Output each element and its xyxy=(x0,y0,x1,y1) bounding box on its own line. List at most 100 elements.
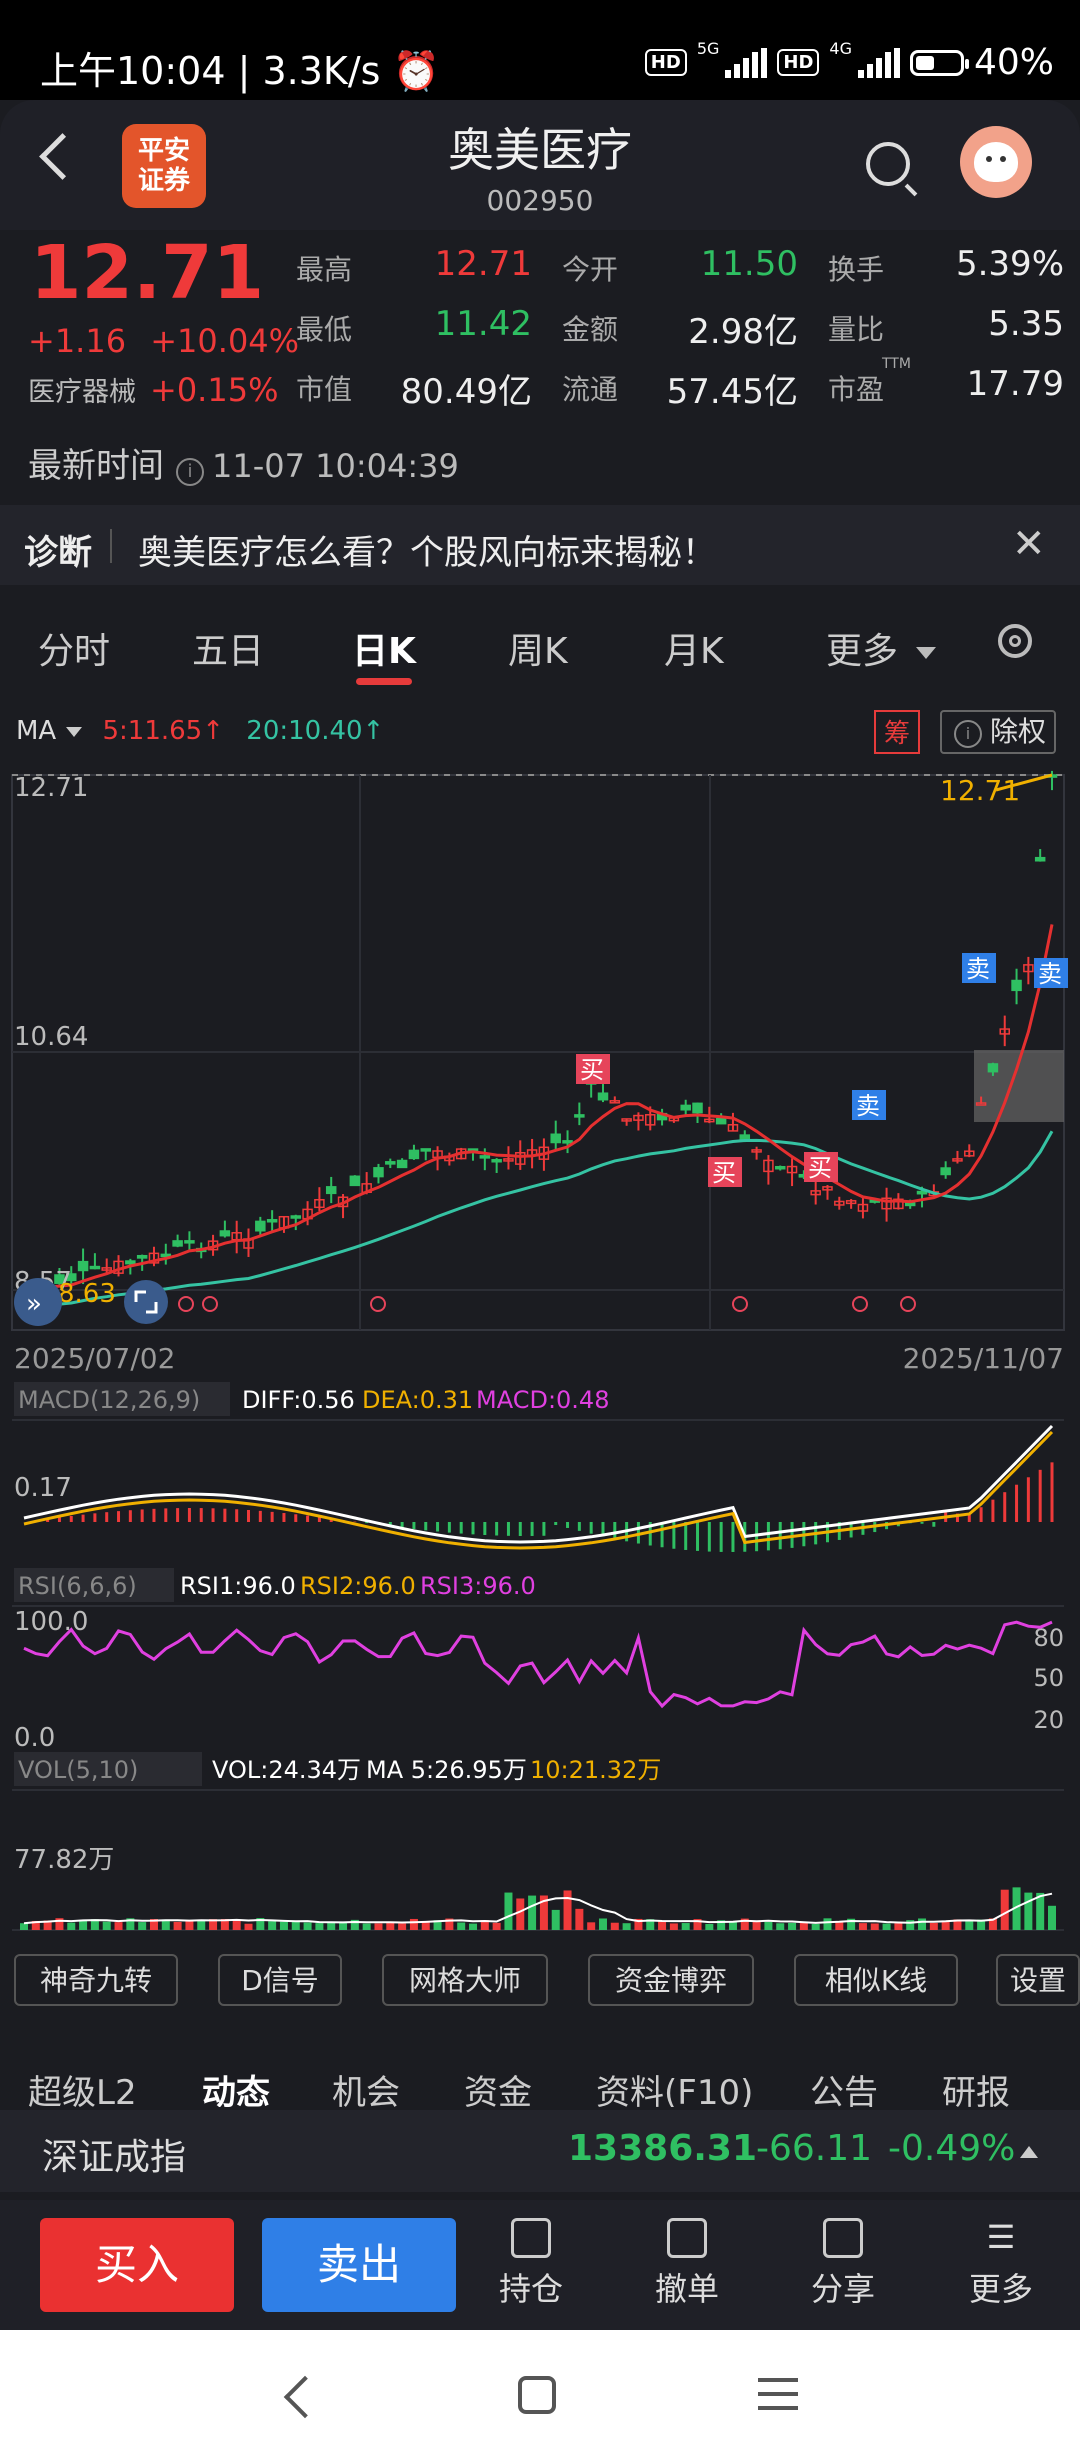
candle-body xyxy=(550,1133,561,1144)
close-icon[interactable]: ✕ xyxy=(1012,521,1046,567)
volume-bar xyxy=(575,1908,584,1930)
field-value: 80.49亿 xyxy=(400,372,532,412)
buy-marker[interactable]: 买 xyxy=(804,1152,838,1182)
tab-five-day[interactable]: 五日 xyxy=(192,622,264,674)
macd-name[interactable]: MACD(12,26,9) xyxy=(18,1386,200,1414)
tool-button[interactable]: D信号 xyxy=(218,1954,342,2006)
tool-button[interactable]: 资金博弈 xyxy=(588,1954,754,2006)
tab-f10[interactable]: 资料(F10) xyxy=(596,2065,753,2107)
ma-legend: MA 5:11.65↑ 20:10.40↑ xyxy=(16,716,385,746)
sell-marker[interactable]: 卖 xyxy=(1034,958,1068,988)
volume-bar xyxy=(279,1921,288,1930)
tab-intraday[interactable]: 分时 xyxy=(38,622,110,674)
macd-bar xyxy=(613,1522,617,1539)
tab-announcement[interactable]: 公告 xyxy=(810,2065,878,2107)
nav-menu-icon[interactable] xyxy=(758,2378,798,2382)
volume-bar xyxy=(598,1918,607,1930)
tab-monthly-k[interactable]: 月K xyxy=(664,622,724,674)
vol-name[interactable]: VOL(5,10) xyxy=(18,1756,138,1784)
macd-bar xyxy=(199,1508,203,1522)
buy-marker[interactable]: 买 xyxy=(576,1054,610,1084)
y-axis-top: 12.71 xyxy=(14,773,88,803)
rsi-name[interactable]: RSI(6,6,6) xyxy=(18,1572,137,1600)
nav-back-icon[interactable] xyxy=(283,2375,327,2419)
holdings-button[interactable]: 持仓 xyxy=(476,2218,586,2310)
volume-bar xyxy=(102,1921,111,1930)
tab-super-l2[interactable]: 超级L2 xyxy=(28,2065,137,2107)
candle-body xyxy=(184,1240,195,1244)
tab-daily-k[interactable]: 日K xyxy=(352,622,416,674)
svg-text:»: » xyxy=(26,1289,42,1319)
expand-left-icon[interactable]: » xyxy=(14,1278,62,1326)
volume-bar xyxy=(516,1898,525,1930)
tool-button[interactable]: 网格大师 xyxy=(382,1954,548,2006)
volume-bar xyxy=(811,1923,820,1930)
tool-button[interactable]: 设置 xyxy=(996,1954,1080,2006)
info-icon[interactable]: i xyxy=(176,458,204,486)
candles xyxy=(18,770,1058,1300)
macd-bar xyxy=(660,1522,664,1548)
candle-body xyxy=(77,1260,89,1272)
diagnosis-banner[interactable]: 诊断 奥美医疗怎么看？个股风向标来揭秘！ ✕ xyxy=(0,505,1080,585)
macd-bar xyxy=(766,1522,770,1551)
tab-news[interactable]: 动态 xyxy=(202,2065,270,2107)
sell-marker[interactable]: 卖 xyxy=(962,953,996,983)
tab-funds[interactable]: 资金 xyxy=(464,2065,532,2107)
svg-text:买: 买 xyxy=(808,1154,832,1182)
volume-bar xyxy=(1000,1889,1009,1930)
tool-button[interactable]: 相似K线 xyxy=(794,1954,958,2006)
tab-more[interactable]: 更多 xyxy=(826,622,937,674)
tab-research[interactable]: 研报 xyxy=(942,2065,1010,2107)
sell-marker[interactable]: 卖 xyxy=(852,1090,886,1120)
avatar[interactable] xyxy=(960,126,1032,198)
tab-weekly-k[interactable]: 周K xyxy=(508,622,568,674)
more-button[interactable]: ☰ 更多 xyxy=(946,2218,1056,2310)
nav-home-icon[interactable] xyxy=(518,2376,556,2414)
cancel-order-button[interactable]: 撤单 xyxy=(632,2218,742,2310)
volume-bar xyxy=(551,1909,560,1930)
volume-bar xyxy=(398,1923,407,1930)
tab-opportunity[interactable]: 机会 xyxy=(332,2065,400,2107)
search-icon[interactable] xyxy=(866,142,910,186)
share-button[interactable]: 分享 xyxy=(788,2218,898,2310)
volume-bar xyxy=(232,1919,241,1930)
sell-button[interactable]: 卖出 xyxy=(262,2218,456,2312)
battery-level: 40% xyxy=(973,42,1054,83)
buy-button[interactable]: 买入 xyxy=(40,2218,234,2312)
macd-bar xyxy=(412,1522,416,1530)
status-bar: 上午10:04 | 3.3K/s ⏰ HD 5G HD 4G 40% xyxy=(0,0,1080,100)
macd-bar xyxy=(128,1510,132,1522)
tool-button[interactable]: 神奇九转 xyxy=(14,1954,178,2006)
candle-body xyxy=(479,1155,491,1159)
sector-info[interactable]: 医疗器械 +0.15% xyxy=(28,370,278,409)
volume-bar xyxy=(776,1923,785,1930)
volume-bar xyxy=(622,1923,631,1930)
fullscreen-icon[interactable] xyxy=(124,1280,168,1324)
field-label: 量比 xyxy=(828,313,885,346)
index-ticker[interactable]: 深证成指 13386.31 -66.11 -0.49% xyxy=(0,2110,1080,2192)
signal-markers xyxy=(178,1296,916,1312)
y-axis-mid: 10.64 xyxy=(14,1022,88,1052)
macd-bar xyxy=(57,1517,61,1522)
rsi1: RSI1:96.0 xyxy=(180,1572,296,1600)
date-start: 2025/07/02 xyxy=(14,1342,175,1375)
macd-bar xyxy=(731,1522,735,1552)
buy-marker[interactable]: 买 xyxy=(708,1157,742,1187)
macd-bar xyxy=(1050,1462,1054,1522)
candle-body xyxy=(396,1159,408,1169)
macd-bar xyxy=(93,1513,97,1522)
volume-bar xyxy=(185,1920,194,1930)
gear-icon[interactable] xyxy=(998,624,1032,658)
candle-body xyxy=(349,1175,361,1187)
field-label: 金额 xyxy=(562,313,619,346)
macd-bar xyxy=(258,1510,262,1522)
ex-rights-button[interactable]: i 除权 xyxy=(940,710,1056,754)
volume-bar xyxy=(705,1923,714,1930)
macd-bar xyxy=(447,1522,451,1533)
kline-chart[interactable]: 12.71 10.64 8.57 12.71 8.63 买 买 买 卖 卖 卖 … xyxy=(0,760,1080,1940)
macd-bar xyxy=(270,1511,274,1522)
chip-distribution-button[interactable]: 筹 xyxy=(874,710,920,754)
volume-bar xyxy=(528,1895,537,1930)
candle-body xyxy=(597,1092,609,1101)
macd-dea: DEA:0.31 xyxy=(362,1386,473,1414)
